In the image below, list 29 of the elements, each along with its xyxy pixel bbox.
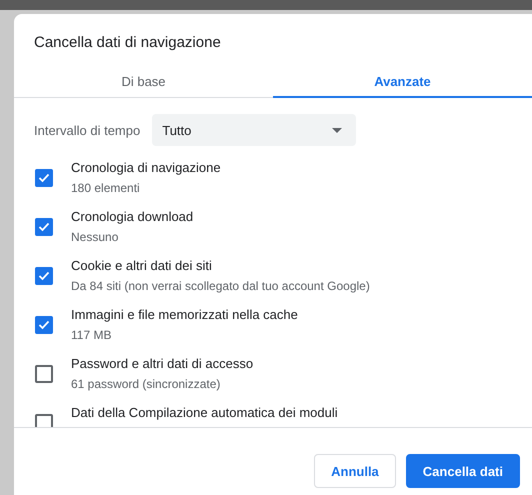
checkbox[interactable]: [35, 365, 53, 383]
item-detail: 61 password (sincronizzate): [71, 377, 222, 391]
checkmark-icon: [38, 271, 50, 281]
caret-icon: [332, 128, 342, 132]
dialog-title: Cancella dati di navigazione: [33, 33, 222, 53]
item-title: Dati della Compilazione automatica dei moduli: [71, 405, 338, 420]
tab[interactable]: Di base: [14, 66, 273, 98]
time-range-label: Intervallo di tempo: [34, 122, 140, 138]
item-detail: 117 MB: [71, 328, 112, 342]
checkbox[interactable]: [35, 169, 53, 187]
tab[interactable]: Avanzate: [273, 66, 532, 98]
checkmark-icon: [38, 320, 50, 330]
item-title: Cronologia di navigazione: [71, 160, 221, 175]
checkbox[interactable]: [35, 414, 53, 427]
item-detail: 180 elementi: [71, 181, 141, 195]
cancel-button[interactable]: Annulla: [314, 454, 396, 488]
checkbox[interactable]: [35, 316, 53, 334]
checkbox[interactable]: [35, 267, 53, 285]
item-title: Immagini e file memorizzati nella cache: [71, 307, 298, 322]
item-title: Cronologia download: [71, 209, 194, 224]
time-range-dropdown[interactable]: Tutto: [152, 114, 356, 146]
item-title: Cookie e altri dati dei siti: [71, 258, 213, 273]
checkmark-icon: [38, 173, 50, 183]
clear-data-button[interactable]: Cancella dati: [406, 454, 520, 488]
item-detail: Da 84 siti (non verrai scollegato dal tuo account Google): [71, 279, 370, 293]
checkmark-icon: [38, 222, 50, 232]
checkbox[interactable]: [35, 218, 53, 236]
item-detail: Nessuno: [71, 230, 120, 244]
item-title: Password e altri dati di accesso: [71, 356, 254, 371]
